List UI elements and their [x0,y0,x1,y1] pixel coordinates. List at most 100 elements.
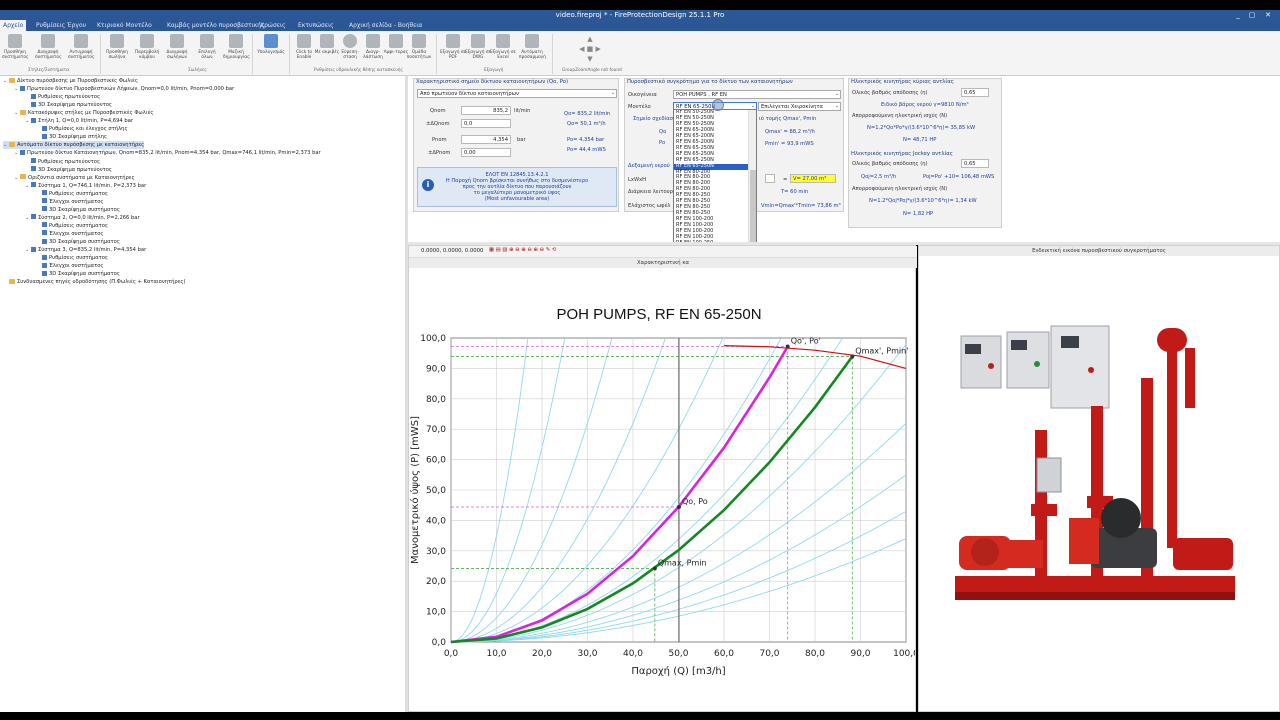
fire-pump-set-image [955,325,1235,600]
x-axis-label: Παροχή (Q) [m3/h] [631,665,725,677]
copy-system-icon [74,34,88,48]
chart-tool-icons[interactable]: ▦ ▤ ▥ ⊕ ⊖ ⊕ ⊖ ⊕ ⊖ ✎ ⟲ [489,247,556,253]
pan-up-icon[interactable]: ▲ [587,35,592,43]
export-excel-button[interactable]: Εξαγωγή σε Excel [490,33,516,67]
design-point-label: Σημείο σχεδίασ [633,116,673,122]
tree-item[interactable]: Έλεγχοι συστήματος [36,262,103,270]
tree-item[interactable]: ⌄ Πρωτεύον δίκτυο Καταιονητήρων, Qnom=835… [14,149,321,157]
tree-item[interactable]: ⌄ Σύστημα 1, Q=746,1 lit/min, P=2,373 bar [25,182,146,190]
copy-system-button[interactable]: Αντιγραφή συστήματος [68,33,95,67]
document-icon [31,166,36,172]
export-dwg-button[interactable]: Εξαγωγή σε DWG [465,33,491,67]
qo-m3h: Qo= 50,1 m³/h [567,121,606,127]
jockey-efficiency-field[interactable]: 0,65 [961,159,989,168]
efficiency-field[interactable]: 0,65 [961,88,989,97]
ribbon-group-label: Στήλες/Συστήματα [28,68,70,73]
auto-fit-button[interactable]: Αυτόματη προσαρμογή [519,33,546,67]
bulk-create-button[interactable]: Μαζική δημιουργίας [223,33,250,67]
delete-system-button[interactable]: Διαγραφή συστήματος [35,33,62,67]
tree-item[interactable]: 3D Σκαρίφημα στήλης [36,133,107,141]
tree-item[interactable]: Ρυθμίσεις συστήματος [36,254,108,262]
tree-item[interactable]: 3D Σκαρίφημα πρωτεύοντος [25,166,112,174]
excel-icon [496,34,510,48]
family-select[interactable]: POH PUMPS , RF EN ⌄ [673,90,841,99]
document-icon [31,117,36,123]
zoom-pan-controls[interactable]: ▲ ◀ ■ ▶ ▼ [566,34,614,66]
tree-item[interactable]: Ρυθμίσεις και έλεγχος στήλης [36,125,128,133]
menu-file[interactable]: Αρχείο [0,20,27,31]
menu-project-settings[interactable]: Ρυθμίσεις Έργου [36,22,86,29]
tree-item[interactable]: ⌄ Οριζόντια συστήματα με Καταιονητήρες [14,174,135,182]
close-button[interactable]: ✕ [1262,10,1274,20]
ribbon-separator [100,34,101,74]
pnom-field[interactable]: 4,354 [461,135,511,144]
manual-select[interactable]: Επιλέγεται Χειροκίνητα ⌄ [758,102,841,111]
menu-bar: Αρχείο Ρυθμίσεις Έργου Κτιριακό Μοντέλο … [0,20,1280,31]
add-system-button[interactable]: Προσθήκη συστήματος [2,33,29,67]
dimensions-field[interactable] [765,174,775,183]
menu-fire-canvas[interactable]: Καμβάς μοντέλο πυροσβεστικής [167,22,265,29]
tree-item[interactable]: Έλεγχοι συστήματος [36,230,103,238]
document-icon [31,158,36,163]
menu-colors[interactable]: Χρώσεις [260,22,286,29]
x-tick-label: 0,0 [444,649,459,659]
tree-item-label: Πρωτεύον δίκτυο Πυροσβεστικών Λήψεων, Qn… [27,86,235,93]
tree-item[interactable]: Έλεγχοι συστήματος [36,198,103,206]
menu-prints[interactable]: Εκτυπώσεις [298,22,334,29]
tree-item-label: Ρυθμίσεις συστήματος [49,255,108,262]
pan-left-icon[interactable]: ◀ [579,45,584,53]
jockey-efficiency-label: Ολικός βαθμός απόδοσης (η) [852,161,928,167]
tree-item[interactable]: ⌄ Σύστημα 2, Q=0,0 lit/min, P=2,266 bar [25,214,140,222]
x-tick-label: 10,0 [486,649,506,659]
pan-right-icon[interactable]: ▶ [596,45,601,53]
x-tick-label: 90,0 [850,649,870,659]
model-label: Μοντέλο [628,104,651,110]
add-pipe-button[interactable]: Προσθήκη σωλήνα [104,33,130,67]
qnom-field[interactable]: 835,2 [461,106,511,115]
delete-pipes-button[interactable]: Διαγραφή σωλήνων [164,33,190,67]
delete-system-icon [41,34,55,48]
dpnom-field[interactable]: 0,00 [461,148,511,157]
insert-node-button[interactable]: Παρεμβολή κόμβου [134,33,160,67]
dqnom-field[interactable]: 0,0 [461,119,511,128]
quantities-button[interactable]: Ομάδα ποσοτήτων [406,33,432,67]
tree-item[interactable]: ⌄ Σύστημα 3, Q=835,2 lit/min, P=4,354 bar [25,246,146,254]
maximize-button[interactable]: ▢ [1246,10,1258,20]
chevron-down-icon: ⌄ [834,103,839,109]
tree-item[interactable]: Ρυθμίσεις πρωτεύοντος [25,158,100,166]
check-icon [343,34,357,48]
tree-item[interactable]: Συνδυασμένες πηγές υδροδότησης (Π.Φωλιές… [3,278,186,286]
tree-item-label: Κατακόρυφες στήλες με Πυροσβεστικές Φωλι… [28,110,154,117]
tree-item[interactable]: Ρυθμίσεις συστήματος [36,190,108,198]
menu-building-model[interactable]: Κτιριακό Μοντέλο [97,22,152,29]
tree-item[interactable]: ⌄ Κατακόρυφες στήλες με Πυροσβεστικές Φωλ… [14,109,153,117]
tree-item-label: Πρωτεύον δίκτυο Καταιονητήρων, Qnom=835,… [27,150,321,157]
tree-item[interactable]: ⌄ Αυτόματο δίκτυο πυρόσβεσης με καταιονητ… [3,141,145,150]
menu-home-help[interactable]: Αρχική σελίδα - Βοήθεια [349,22,422,29]
tree-item[interactable]: 3D Σκαρίφημα συστήματος [36,238,120,246]
calculate-button[interactable]: Υπολογισμός [256,33,286,67]
pump-curve-chart[interactable]: POH PUMPS, RF EN 65-250N 0,00,0 10,0 10,0 20… [409,268,915,711]
tree-item[interactable]: 3D Σκαρίφημα συστήματος [36,206,120,214]
pmin-value: Pmin' = 93,9 mWS [765,141,814,147]
tree-item[interactable]: ⌄ Δίκτυο πυρόσβεσης με Πυροσβεστικές Φωλι… [3,77,138,85]
source-select[interactable]: Από πρωτεύον δίκτυο καταιονητήρων ⌄ [417,89,617,98]
panel-header: Πυροσβεστικό συγκρότημα για το δίκτυο τω… [627,79,793,85]
insert-node-icon [140,34,154,48]
tree-item[interactable]: ⌄ Στήλη 1, Q=0,0 lit/min, P=4,694 bar [25,117,133,125]
export-pdf-button[interactable]: Εξαγωγή σε PDF [440,33,466,67]
tree-item[interactable]: 3D Σκαρίφημα συστήματος [36,270,120,278]
pan-down-icon[interactable]: ▼ [587,55,592,63]
annotation-label: Qmax, Pmin [658,558,707,567]
tree-item[interactable]: Ρυθμίσεις πρωτεύοντος [25,93,100,101]
tree-item-label: Οριζόντια συστήματα με Καταιονητήρες [28,174,135,181]
tree-item[interactable]: 3D Σκαρίφημα πρωτεύοντος [25,101,112,109]
minimize-button[interactable]: _ [1232,10,1244,20]
volume-field[interactable]: V= 27,00 m³ [790,174,836,183]
select-all-button[interactable]: Επιλογή όλων [194,33,220,67]
document-icon [31,182,36,188]
panel-header: Χαρακτηριστικό σημείο δίκτυου καταιονητή… [416,79,569,85]
tree-item[interactable]: Ρυθμίσεις συστήματος [36,222,108,230]
tree-item[interactable]: ⌄ Πρωτεύον δίκτυο Πυροσβεστικών Λήψεων, Q… [14,85,234,93]
image-header: Ενδεικτική εικόνα πυροσβεστικού συγκροτή… [919,246,1279,256]
